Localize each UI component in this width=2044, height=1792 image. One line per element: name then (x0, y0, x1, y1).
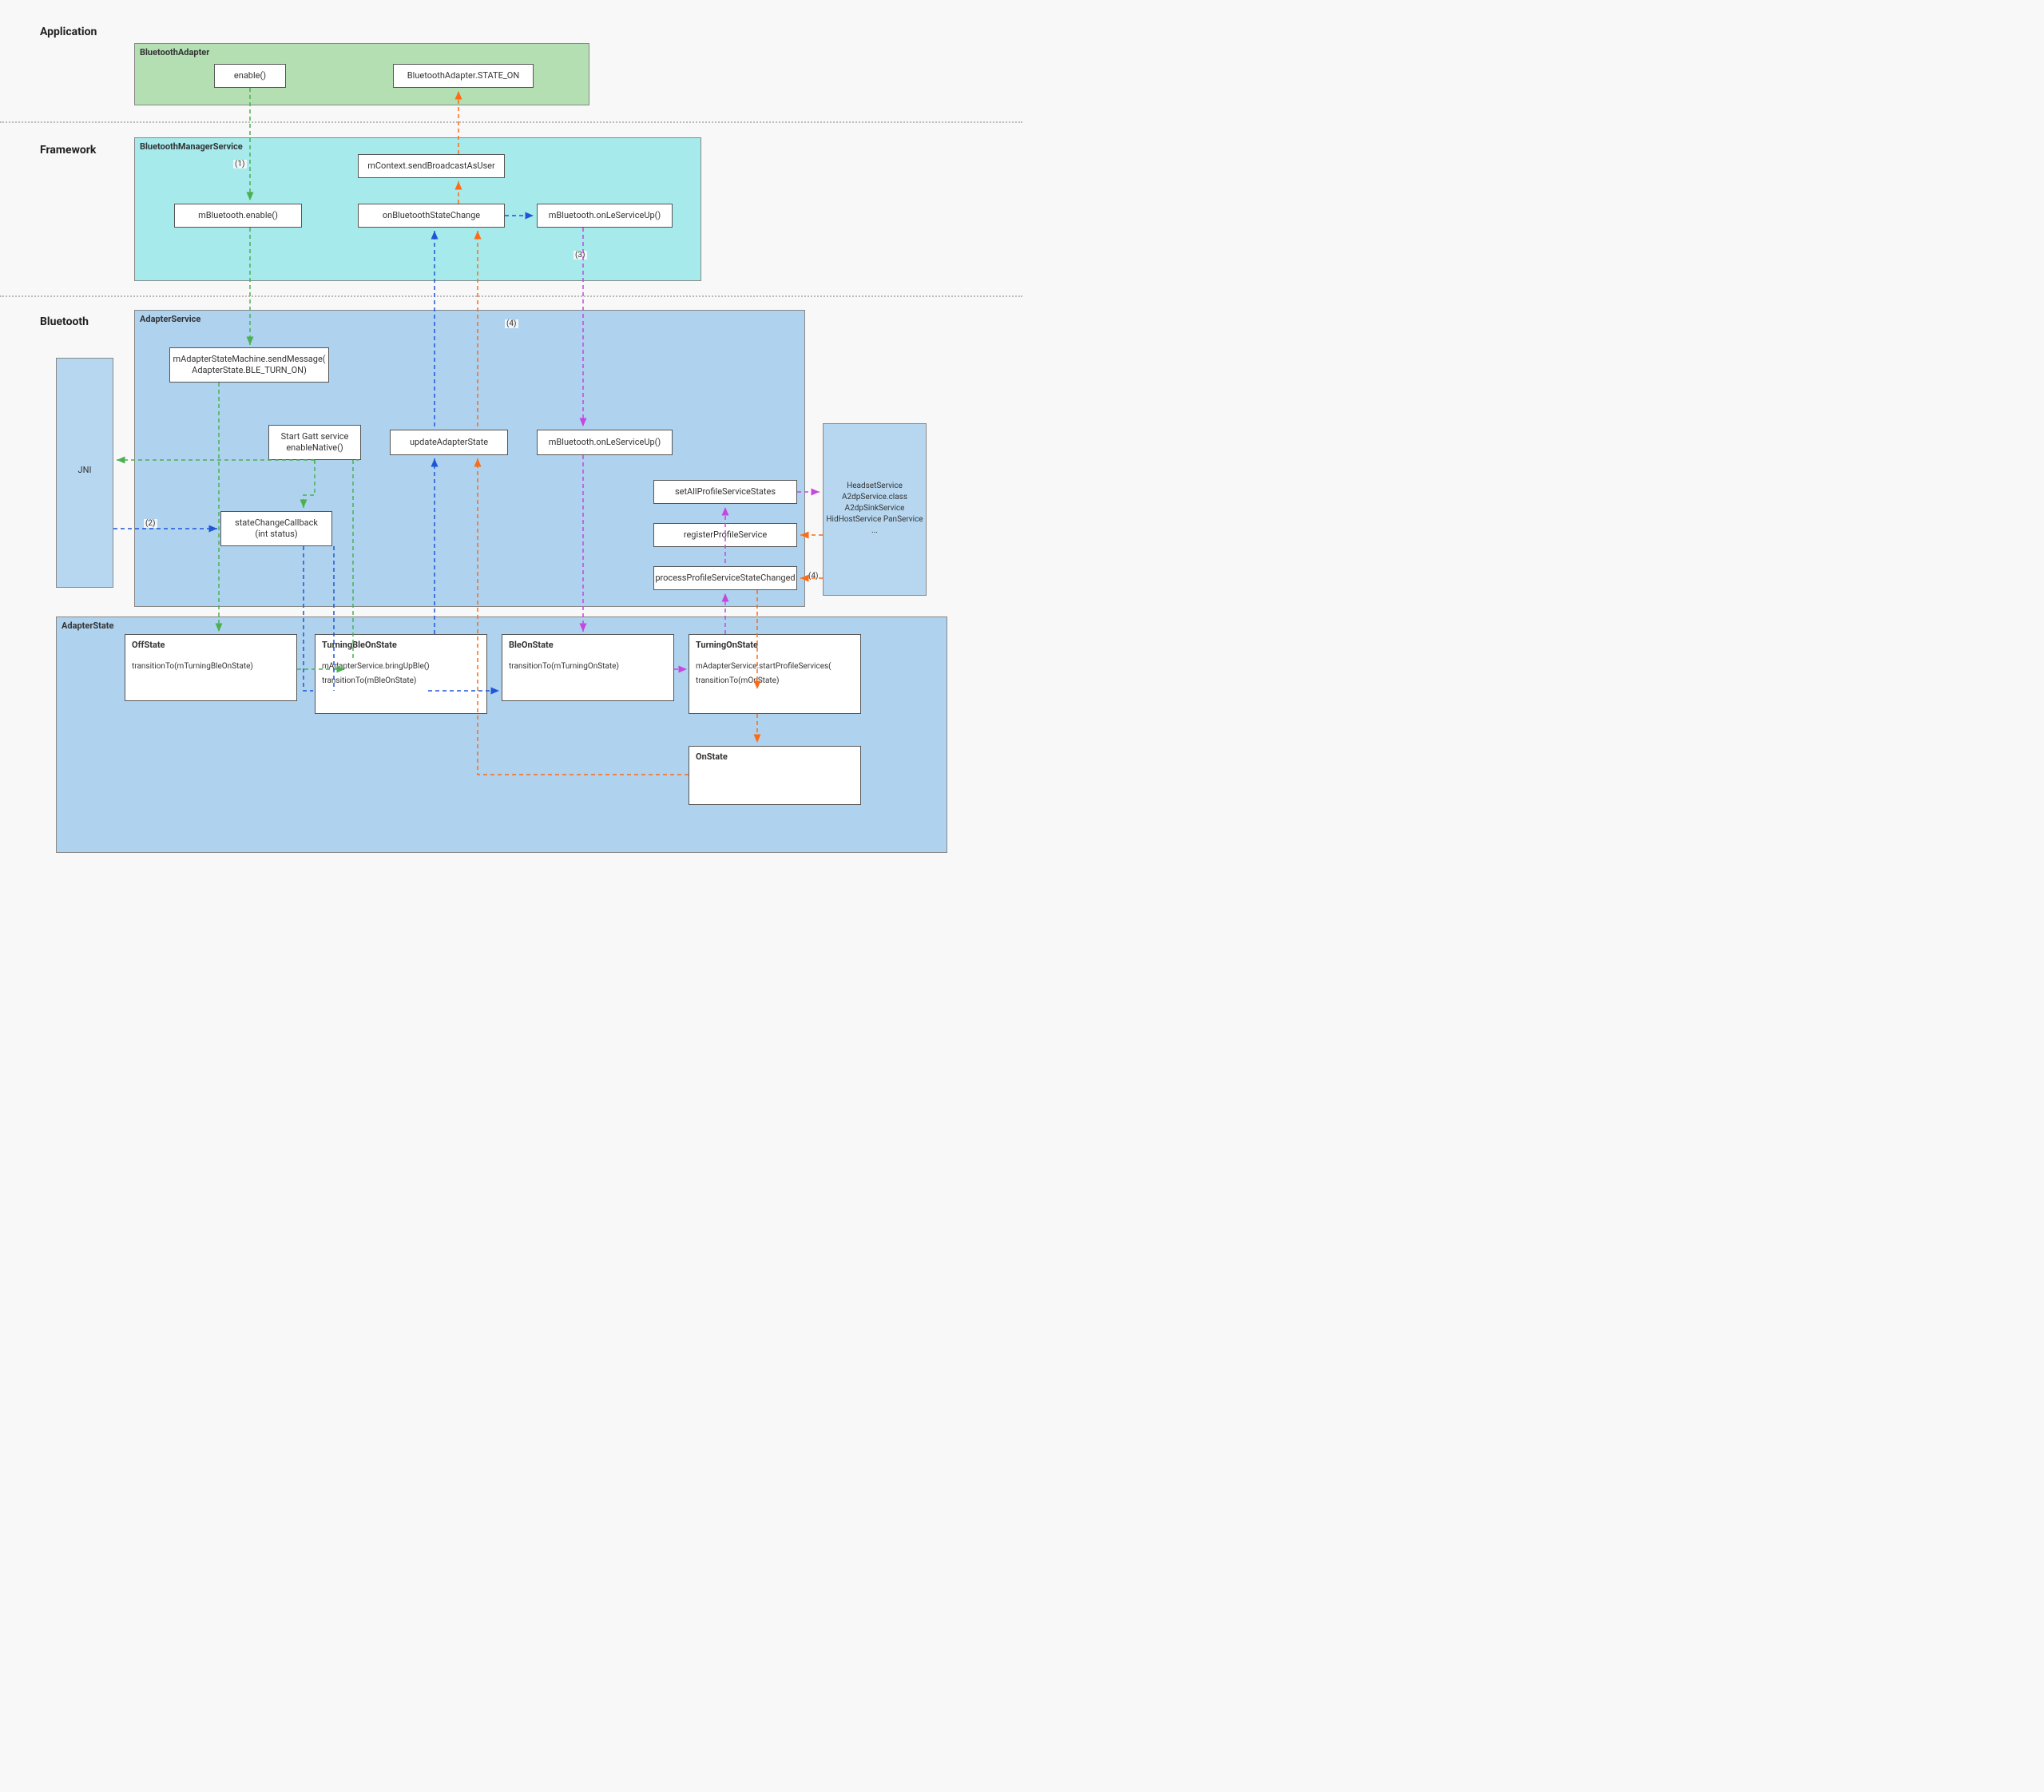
jni-label: JNI (56, 465, 113, 475)
state-on-node: BluetoothAdapter.STATE_ON (393, 64, 534, 88)
update-adapter-state-node: updateAdapterState (390, 430, 508, 455)
ble-on-line1: transitionTo(mTurningOnState) (509, 662, 619, 671)
turning-ble-on-line1: mAdapterService.bringUpBle() (322, 662, 430, 671)
on-bt-state-change-node: onBluetoothStateChange (358, 204, 505, 228)
set-all-profile-node: setAllProfileServiceStates (653, 480, 797, 504)
edge-label-1: (1) (233, 160, 247, 168)
edge-label-4b: (4) (807, 572, 820, 581)
on-state-title: OnState (689, 747, 860, 763)
off-state-box: OffState transitionTo(mTurningBleOnState… (125, 634, 297, 701)
off-state-line1: transitionTo(mTurningBleOnState) (132, 662, 253, 671)
state-change-callback-node: stateChangeCallback (int status) (220, 511, 332, 546)
turning-ble-on-line2: transitionTo(mBleOnState) (322, 676, 416, 685)
turning-on-line2: transitionTo(mOnState) (696, 676, 779, 685)
edge-label-3: (3) (574, 251, 587, 260)
ble-on-title: BleOnState (502, 635, 673, 652)
ble-on-box: BleOnState transitionTo(mTurningOnState) (502, 634, 674, 701)
turning-ble-on-box: TurningBleOnState mAdapterService.bringU… (315, 634, 487, 714)
framework-label: Framework (40, 144, 96, 157)
turning-on-box: TurningOnState mAdapterService.startProf… (689, 634, 861, 714)
services-list: HeadsetService A2dpService.class A2dpSin… (823, 481, 927, 537)
edge-label-2: (2) (144, 519, 157, 528)
enable-node: enable() (214, 64, 286, 88)
turning-on-title: TurningOnState (689, 635, 860, 652)
on-state-box: OnState (689, 746, 861, 805)
mbt-enable-node: mBluetooth.enable() (174, 204, 302, 228)
process-profile-node: processProfileServiceStateChanged (653, 566, 797, 590)
turning-on-line1: mAdapterService.startProfileServices( (696, 662, 831, 671)
divider-1 (0, 121, 1022, 123)
bluetooth-label: Bluetooth (40, 315, 89, 328)
turning-ble-on-title: TurningBleOnState (316, 635, 486, 652)
on-le-service-up-fw-node: mBluetooth.onLeServiceUp() (537, 204, 673, 228)
start-gatt-node: Start Gatt service enableNative() (268, 425, 361, 460)
on-le-service-up-bt-node: mBluetooth.onLeServiceUp() (537, 430, 673, 455)
bluetooth-adapter-title: BluetoothAdapter (140, 47, 209, 57)
send-message-node: mAdapterStateMachine.sendMessage( Adapte… (169, 347, 329, 383)
adapter-service-title: AdapterService (140, 314, 200, 324)
send-broadcast-node: mContext.sendBroadcastAsUser (358, 154, 505, 178)
divider-2 (0, 295, 1022, 297)
register-profile-node: registerProfileService (653, 523, 797, 547)
edge-label-4a: (4) (505, 319, 518, 328)
bt-manager-service-title: BluetoothManagerService (140, 141, 243, 152)
diagram-canvas: Application Framework Bluetooth Bluetoot… (0, 0, 1022, 896)
application-label: Application (40, 26, 97, 38)
off-state-title: OffState (125, 635, 296, 652)
adapter-state-title: AdapterState (62, 620, 113, 631)
